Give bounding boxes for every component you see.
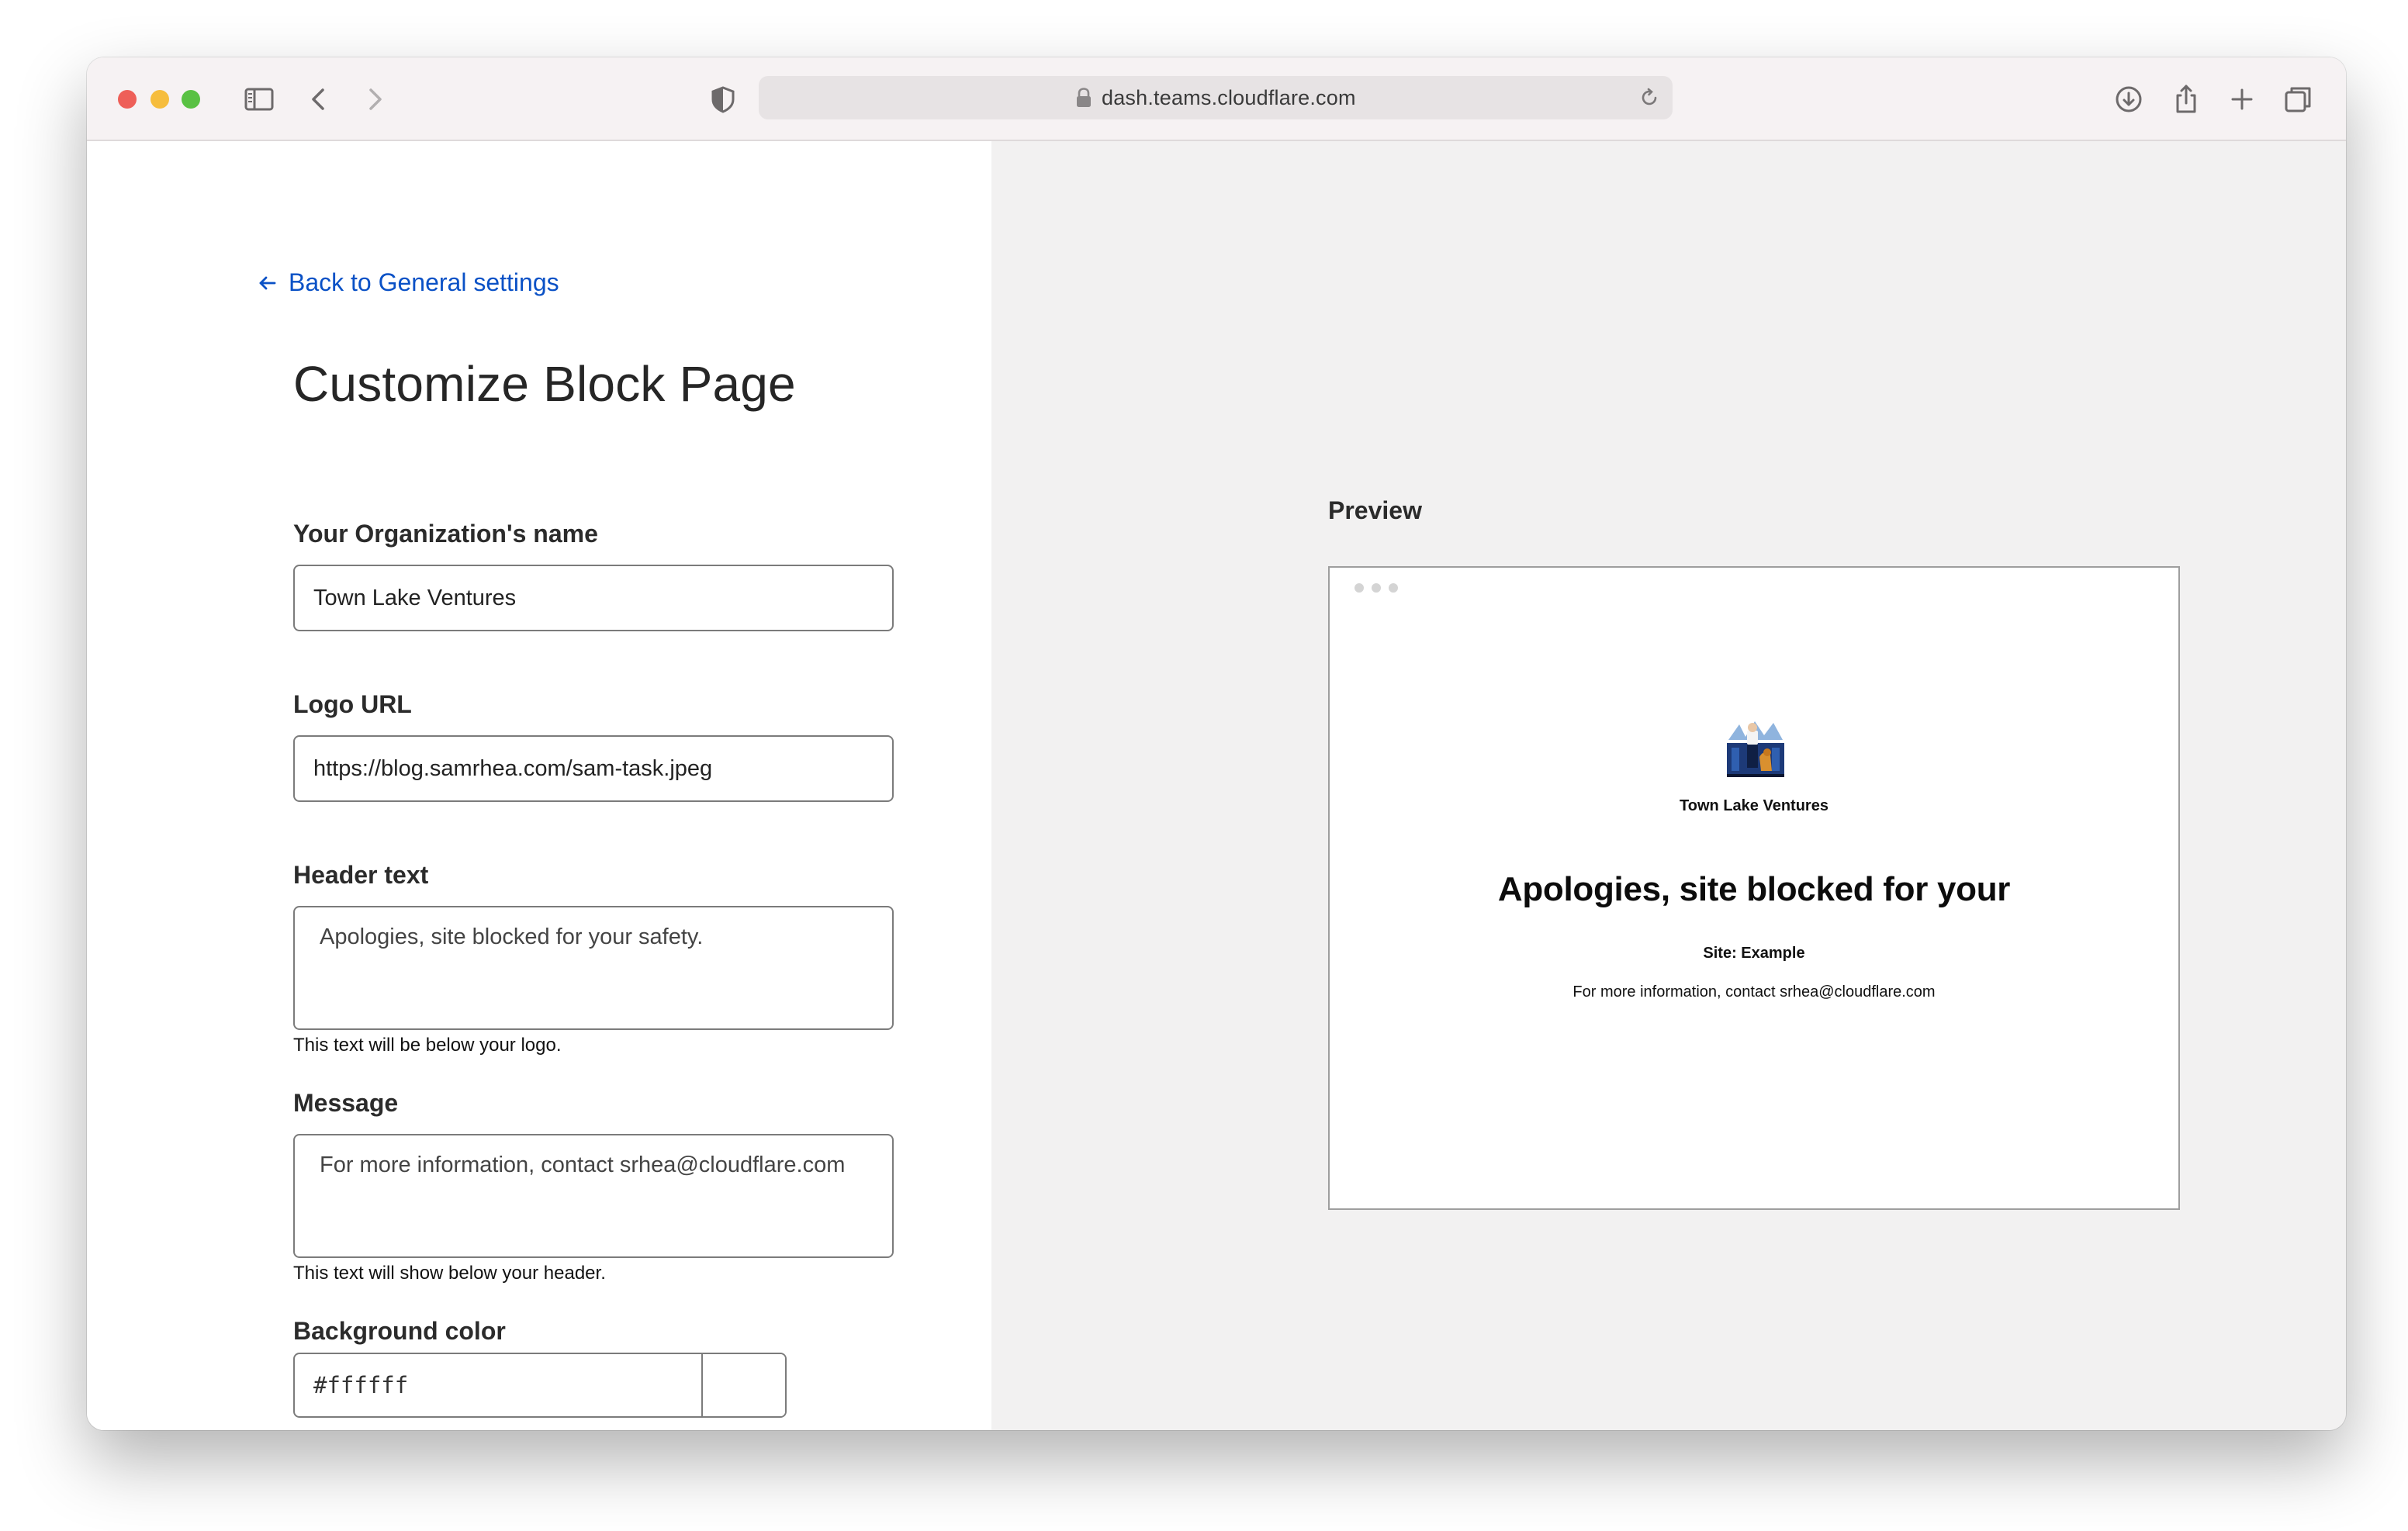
logo-url-input[interactable]: https://blog.samrhea.com/sam-task.jpeg <box>293 735 894 802</box>
preview-frame: Town Lake Ventures Apologies, site block… <box>1328 566 2180 1210</box>
browser-window: dash.teams.cloudflare.com Back to Genera… <box>87 57 2346 1430</box>
lock-icon <box>1074 87 1094 109</box>
zoom-window-button[interactable] <box>182 90 200 109</box>
settings-panel: Back to General settings Customize Block… <box>87 141 991 1430</box>
back-link-label: Back to General settings <box>289 268 559 296</box>
message-value: For more information, contact srhea@clou… <box>320 1153 846 1177</box>
page-title: Customize Block Page <box>293 356 796 412</box>
preview-site: Site: Example <box>1703 945 1805 962</box>
preview-label: Preview <box>1328 496 1422 524</box>
preview-header: Apologies, site blocked for your <box>1497 870 2011 908</box>
logo-url-label: Logo URL <box>293 690 412 718</box>
sidebar-icon[interactable] <box>239 79 279 119</box>
color-swatch-button[interactable] <box>703 1354 785 1416</box>
org-name-value: Town Lake Ventures <box>313 585 517 610</box>
forward-icon[interactable] <box>354 79 394 119</box>
arrow-left-icon <box>259 276 276 289</box>
message-label: Message <box>293 1089 399 1117</box>
header-text-label: Header text <box>293 861 429 889</box>
tabs-icon[interactable] <box>2278 79 2318 119</box>
message-help: This text will show below your header. <box>293 1263 606 1284</box>
share-icon[interactable] <box>2166 79 2206 119</box>
address-bar[interactable]: dash.teams.cloudflare.com <box>759 76 1673 119</box>
back-to-general-settings-link[interactable]: Back to General settings <box>258 268 559 297</box>
preview-message: For more information, contact srhea@clou… <box>1572 983 1936 1001</box>
background-color-field: #ffffff <box>293 1353 787 1418</box>
background-color-label: Background color <box>293 1317 506 1345</box>
preview-dot <box>1354 583 1364 593</box>
close-window-button[interactable] <box>118 90 137 109</box>
back-icon[interactable] <box>299 79 340 119</box>
organization-logo <box>1724 717 1787 780</box>
download-icon[interactable] <box>2109 79 2149 119</box>
background-color-input[interactable]: #ffffff <box>295 1354 703 1416</box>
message-field[interactable]: For more information, contact srhea@clou… <box>293 1134 894 1258</box>
preview-org-name: Town Lake Ventures <box>1680 797 1828 814</box>
preview-dot <box>1372 583 1381 593</box>
preview-dot <box>1389 583 1398 593</box>
header-text-field[interactable]: Apologies, site blocked for your safety. <box>293 906 894 1030</box>
reload-icon[interactable] <box>1637 85 1662 110</box>
url-text: dash.teams.cloudflare.com <box>1102 86 1356 109</box>
browser-toolbar: dash.teams.cloudflare.com <box>87 57 2346 141</box>
minimize-window-button[interactable] <box>150 90 169 109</box>
background-color-value: #ffffff <box>313 1372 409 1398</box>
new-tab-icon[interactable] <box>2222 79 2262 119</box>
header-text-help: This text will be below your logo. <box>293 1035 562 1056</box>
logo-url-value: https://blog.samrhea.com/sam-task.jpeg <box>313 755 713 781</box>
header-text-value: Apologies, site blocked for your safety. <box>320 924 704 949</box>
shield-icon[interactable] <box>703 79 743 119</box>
org-name-input[interactable]: Town Lake Ventures <box>293 565 894 631</box>
org-name-label: Your Organization's name <box>293 520 598 548</box>
